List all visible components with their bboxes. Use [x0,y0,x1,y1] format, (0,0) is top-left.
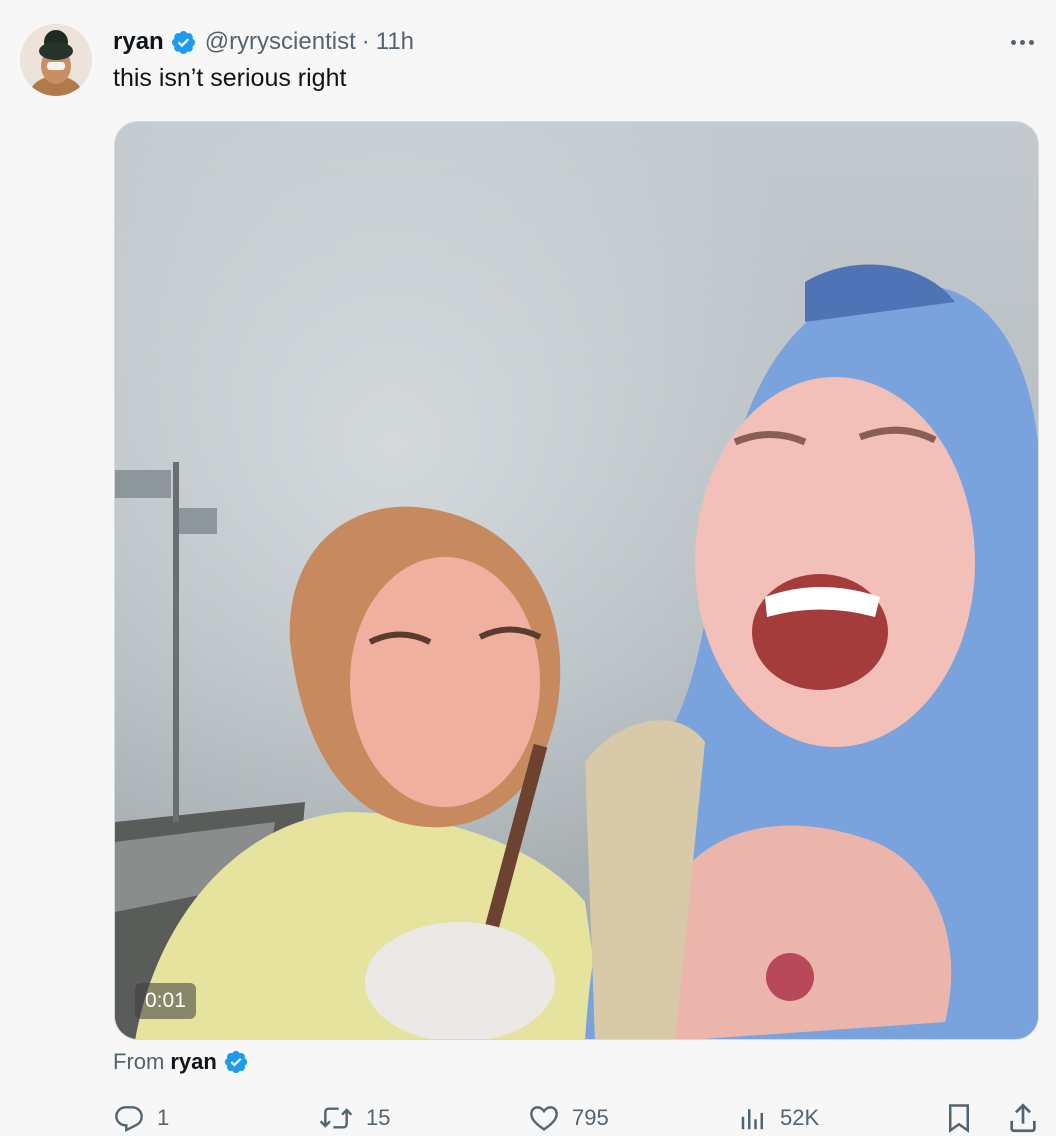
from-label: From [113,1049,165,1074]
more-icon[interactable] [1004,30,1040,54]
avatar-image [20,24,92,96]
share-button[interactable] [1006,1098,1040,1136]
separator: · [361,28,370,55]
tweet-header: ryan @ryryscientist · 11h [113,26,414,58]
reply-icon [113,1102,145,1134]
media-source: From ryan [113,1046,250,1078]
views-button[interactable]: 52K [738,1098,819,1136]
like-count: 795 [572,1105,609,1130]
like-button[interactable]: 795 [528,1098,609,1136]
avatar[interactable] [20,24,92,96]
repost-button[interactable]: 15 [318,1098,390,1136]
timestamp[interactable]: 11h [376,28,414,56]
from-name[interactable]: ryan [170,1049,216,1075]
views-chart-icon [738,1102,768,1134]
views-count: 52K [780,1105,820,1130]
verified-badge-icon [170,29,197,56]
repost-count: 15 [366,1105,391,1130]
share-icon [1006,1101,1040,1135]
verified-badge-icon [223,1049,250,1076]
reply-count: 1 [157,1105,170,1130]
video-player[interactable]: 0:01 [114,121,1039,1040]
reply-button[interactable]: 1 [113,1098,169,1136]
bookmark-button[interactable] [944,1098,974,1136]
author-handle[interactable]: @ryryscientist [205,28,356,56]
repost-icon [318,1102,354,1134]
heart-icon [528,1102,560,1134]
bookmark-icon [944,1101,974,1135]
author-name[interactable]: ryan [113,28,164,56]
video-frame [115,122,1038,1039]
action-bar: 1 15 795 52K [0,1098,1056,1136]
tweet-text: this isn’t serious right [113,64,347,92]
video-duration: 0:01 [135,983,196,1019]
